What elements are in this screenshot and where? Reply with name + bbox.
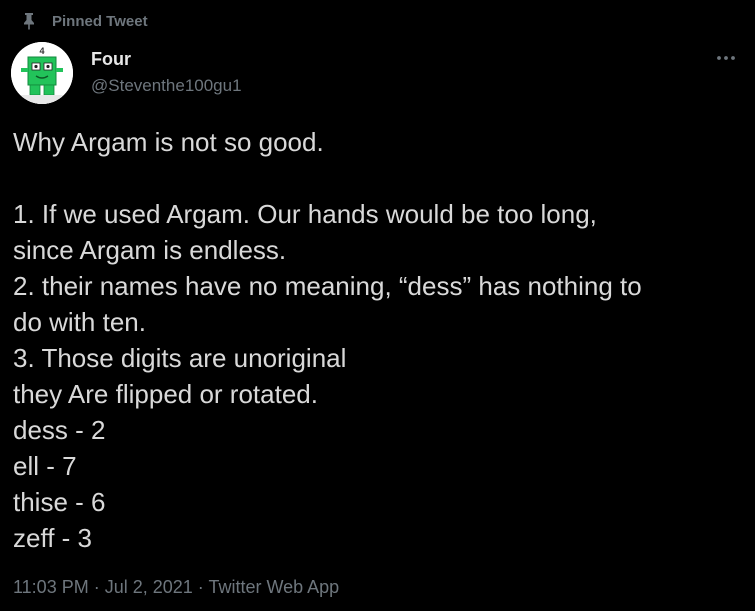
pinned-tweet-label: Pinned Tweet bbox=[52, 12, 148, 30]
meta-separator: · bbox=[88, 577, 105, 597]
tweet-line: dess - 2 bbox=[13, 415, 106, 445]
tweet-line: 2. their names have no meaning, “dess” h… bbox=[13, 271, 642, 301]
tweet-date[interactable]: Jul 2, 2021 bbox=[105, 577, 193, 597]
tweet-line: ell - 7 bbox=[13, 451, 77, 481]
tweet-line: zeff - 3 bbox=[13, 523, 93, 553]
pin-icon bbox=[24, 13, 34, 30]
author-info: Four @Steventhe100gu1 bbox=[91, 47, 242, 98]
tweet-line: they Are flipped or rotated. bbox=[13, 379, 318, 409]
author-handle[interactable]: @Steventhe100gu1 bbox=[91, 74, 242, 98]
tweet-line: thise - 6 bbox=[13, 487, 106, 517]
tweet-time[interactable]: 11:03 PM bbox=[13, 577, 89, 597]
avatar-image: 4 bbox=[11, 42, 73, 104]
more-horizontal-icon[interactable] bbox=[715, 50, 737, 66]
tweet-line: do with ten. bbox=[13, 307, 146, 337]
meta-separator: · bbox=[192, 577, 209, 597]
author-display-name[interactable]: Four bbox=[91, 47, 242, 71]
avatar[interactable]: 4 bbox=[11, 42, 73, 104]
tweet-line bbox=[13, 160, 743, 196]
tweet-line: 3. Those digits are unoriginal bbox=[13, 343, 347, 373]
tweet-line: Why Argam is not so good. bbox=[13, 127, 324, 157]
tweet-line: 1. If we used Argam. Our hands would be … bbox=[13, 199, 597, 229]
tweet-source-app[interactable]: Twitter Web App bbox=[208, 577, 339, 597]
avatar-badge: 4 bbox=[39, 46, 44, 56]
tweet-line: since Argam is endless. bbox=[13, 235, 287, 265]
pinned-tweet-indicator: Pinned Tweet bbox=[14, 10, 148, 32]
tweet-text: Why Argam is not so good. 1. If we used … bbox=[13, 124, 743, 556]
tweet-metadata: 11:03 PM · Jul 2, 2021 · Twitter Web App bbox=[13, 575, 339, 599]
